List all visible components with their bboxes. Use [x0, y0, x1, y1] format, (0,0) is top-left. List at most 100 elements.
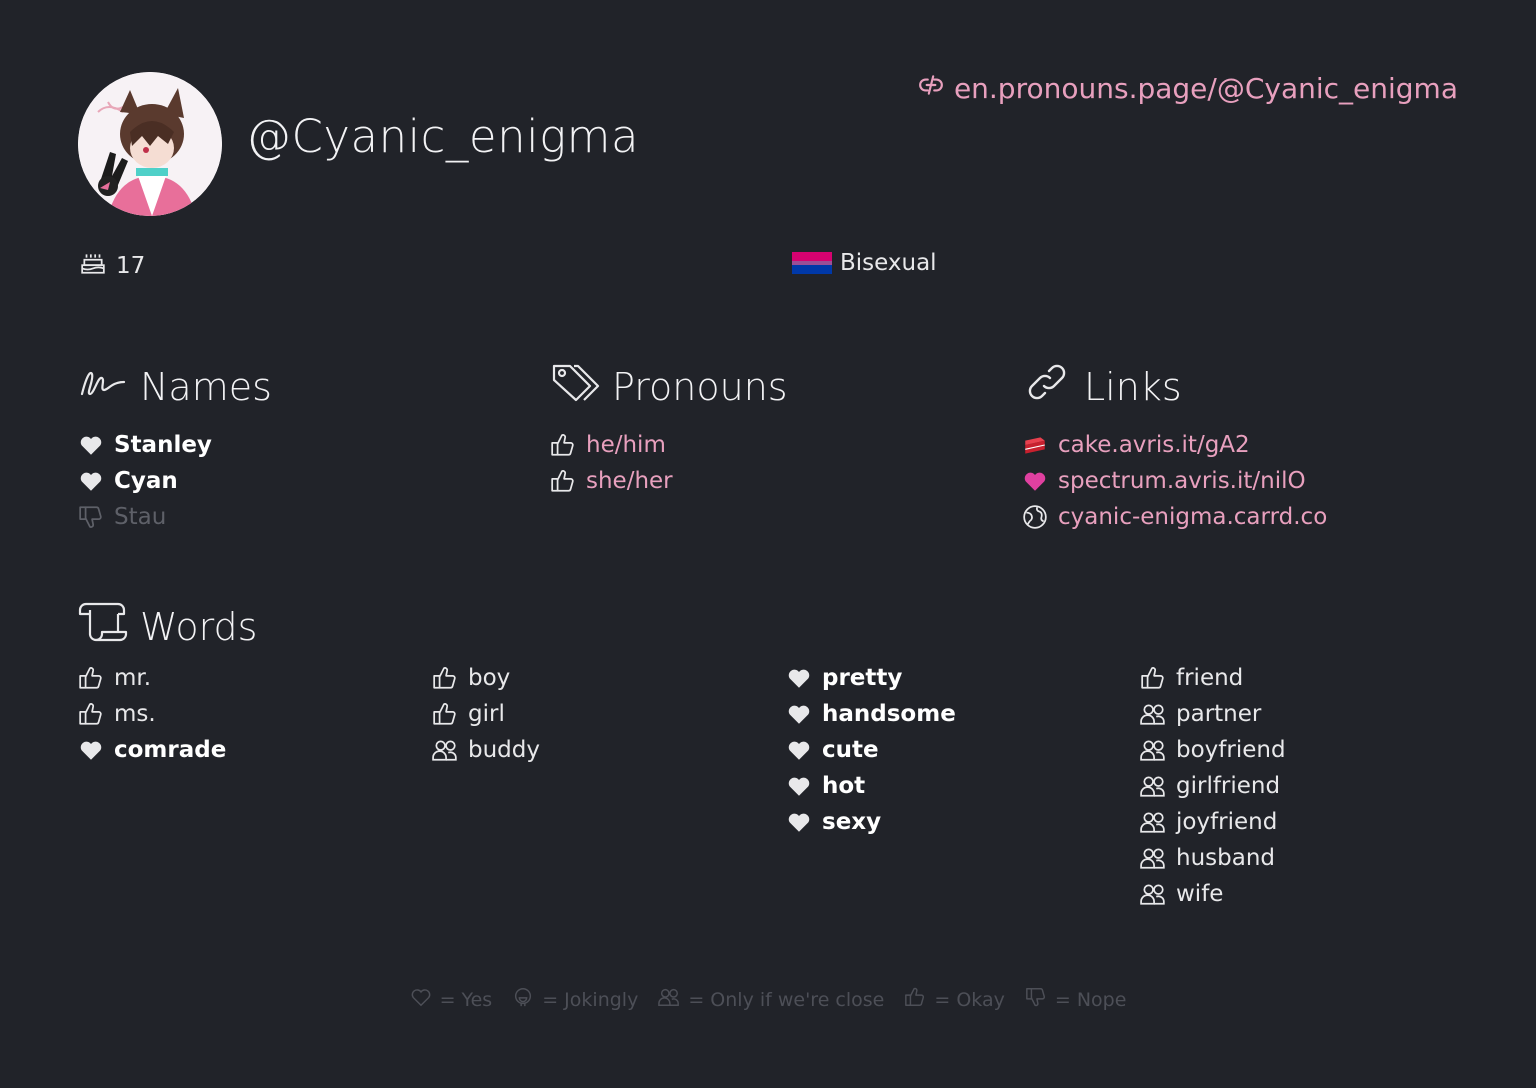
legend-label: = Nope — [1054, 988, 1127, 1011]
item-label: hot — [822, 773, 866, 799]
legend-label: = Yes — [439, 988, 493, 1011]
broken-link-icon — [918, 72, 944, 105]
item-label: boyfriend — [1176, 737, 1286, 763]
pronouns-section: Pronouns he/him she/her — [550, 360, 788, 499]
item-label: joyfriend — [1176, 809, 1278, 835]
thumbs-up-icon — [550, 468, 576, 494]
pronouns-list: he/him she/her — [550, 427, 788, 499]
age-value: 17 — [116, 253, 146, 279]
link-text: he/him — [586, 432, 666, 458]
link-text: spectrum.avris.it/nilO — [1058, 468, 1306, 494]
bisexual-flag-icon — [792, 252, 832, 274]
item-label: handsome — [822, 701, 956, 727]
cake-icon — [80, 250, 106, 282]
link-text: cyanic-enigma.carrd.co — [1058, 504, 1328, 530]
link-icon — [1022, 360, 1072, 413]
names-heading: Names — [78, 360, 272, 413]
words-column-2: boy girl buddy — [432, 660, 540, 768]
users-icon — [1140, 845, 1166, 871]
item-label: boy — [468, 665, 511, 691]
users-icon — [658, 986, 680, 1013]
laugh-icon — [512, 986, 534, 1013]
legend-label: = Only if we're close — [688, 988, 885, 1011]
pronoun-item[interactable]: she/her — [550, 463, 788, 499]
word-item: boyfriend — [1140, 732, 1286, 768]
item-label: sexy — [822, 809, 882, 835]
item-label: friend — [1176, 665, 1244, 691]
names-title: Names — [140, 364, 272, 409]
names-list: Stanley Cyan Stau — [78, 427, 272, 535]
users-icon — [1140, 701, 1166, 727]
word-item: mr. — [78, 660, 226, 696]
word-item: girlfriend — [1140, 768, 1286, 804]
pronouns-title: Pronouns — [612, 364, 788, 409]
legend-item: = Nope — [1025, 986, 1127, 1013]
words-column-1: mr. ms. comrade — [78, 660, 226, 768]
legend-label: = Jokingly — [542, 988, 639, 1011]
links-list: cake.avris.it/gA2 spectrum.avris.it/nilO c… — [1022, 427, 1327, 535]
item-label: mr. — [114, 665, 152, 691]
item-label: husband — [1176, 845, 1276, 871]
word-item: hot — [786, 768, 956, 804]
globe-icon — [1022, 504, 1048, 530]
link-item[interactable]: spectrum.avris.it/nilO — [1022, 463, 1327, 499]
word-item: boy — [432, 660, 540, 696]
thumbs-down-icon — [1025, 986, 1047, 1013]
pronouns-heading: Pronouns — [550, 360, 788, 413]
item-label: cute — [822, 737, 879, 763]
item-label: partner — [1176, 701, 1262, 727]
profile-url-link[interactable]: en.pronouns.page/@Cyanic_enigma — [918, 72, 1458, 105]
thumbs-up-icon — [432, 701, 458, 727]
tags-icon — [550, 360, 600, 413]
item-label: ms. — [114, 701, 156, 727]
heart-icon — [786, 773, 812, 799]
item-label: Stau — [114, 504, 167, 530]
heart-icon — [786, 665, 812, 691]
username: @Cyanic_enigma — [246, 110, 640, 163]
profile-url-text: en.pronouns.page/@Cyanic_enigma — [953, 72, 1458, 105]
users-icon — [1140, 773, 1166, 799]
legend-label: = Okay — [934, 988, 1005, 1011]
thumbs-up-icon — [904, 986, 926, 1013]
legend-item: = Only if we're close — [658, 986, 884, 1013]
pronoun-item[interactable]: he/him — [550, 427, 788, 463]
avatar — [78, 72, 222, 216]
item-label: girl — [468, 701, 505, 727]
word-item: buddy — [432, 732, 540, 768]
word-item: girl — [432, 696, 540, 732]
item-label: pretty — [822, 665, 903, 691]
thumbs-down-icon — [78, 504, 104, 530]
cake-icon — [1022, 432, 1048, 458]
word-item: partner — [1140, 696, 1286, 732]
link-item[interactable]: cake.avris.it/gA2 — [1022, 427, 1327, 463]
item-label: wife — [1176, 881, 1224, 907]
links-heading: Links — [1022, 360, 1327, 413]
heart-icon — [78, 468, 104, 494]
words-title: Words — [140, 604, 258, 649]
age-field: 17 — [80, 250, 145, 282]
words-heading: Words — [78, 600, 257, 653]
thumbs-up-icon — [78, 665, 104, 691]
heart-icon — [410, 986, 432, 1013]
links-title: Links — [1084, 364, 1182, 409]
word-item: joyfriend — [1140, 804, 1286, 840]
heart-icon — [78, 737, 104, 763]
words-column-3: pretty handsome cute hot sexy — [786, 660, 956, 840]
name-item: Cyan — [78, 463, 272, 499]
word-item: husband — [1140, 840, 1286, 876]
item-label: comrade — [114, 737, 227, 763]
link-item[interactable]: cyanic-enigma.carrd.co — [1022, 499, 1327, 535]
word-item: cute — [786, 732, 956, 768]
opinion-legend: = Yes = Jokingly = Only if we're close = Ok… — [0, 986, 1536, 1013]
thumbs-up-icon — [550, 432, 576, 458]
heart-icon — [1022, 468, 1048, 494]
item-label: girlfriend — [1176, 773, 1281, 799]
users-icon — [1140, 881, 1166, 907]
name-item: Stanley — [78, 427, 272, 463]
scroll-icon — [78, 600, 128, 653]
word-item: friend — [1140, 660, 1286, 696]
item-label: Cyan — [114, 468, 178, 494]
link-text: she/her — [586, 468, 673, 494]
users-icon — [1140, 809, 1166, 835]
words-section: Words — [78, 600, 257, 653]
